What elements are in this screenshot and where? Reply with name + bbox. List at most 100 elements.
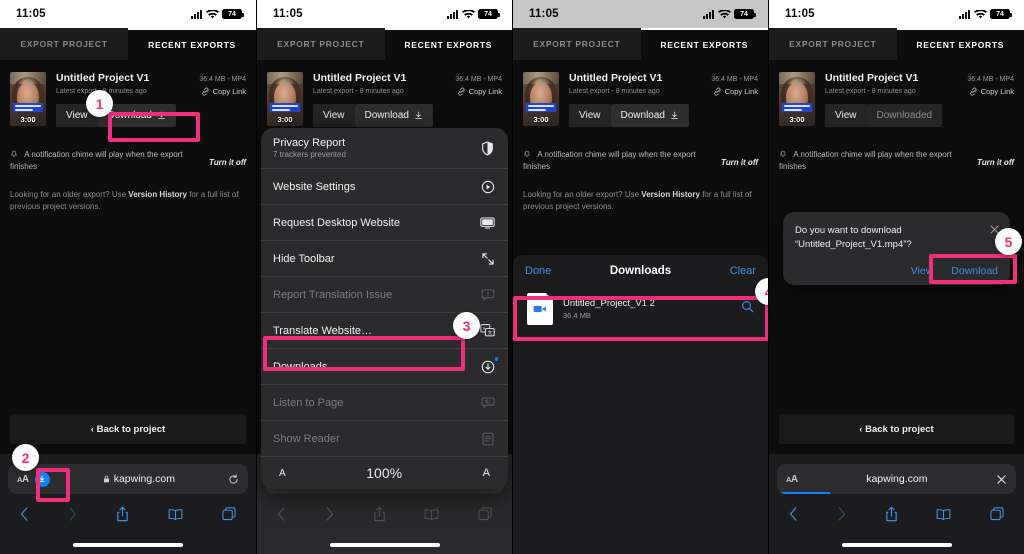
download-button-label: Download [620, 110, 665, 121]
menu-item-show-reader[interactable]: Show Reader [261, 421, 508, 457]
url-bar[interactable]: AA kapwing.com [777, 464, 1016, 494]
downloaded-button: Downloaded [866, 104, 943, 127]
thumbnail-caption [526, 103, 556, 112]
forward-chevron-icon[interactable] [837, 507, 846, 521]
menu-item-label: Translate Website… [273, 324, 373, 337]
download-list-item[interactable]: Untitled_Project_V1 2 36.4 MB [513, 285, 768, 333]
export-card: 3:00 Untitled Project V1 36.4 MB - MP4 L… [513, 60, 768, 127]
zoom-decrease-button[interactable]: A [279, 468, 286, 479]
view-button[interactable]: View [825, 104, 867, 127]
book-icon[interactable] [936, 508, 951, 521]
back-chevron-icon[interactable] [277, 507, 286, 521]
download-button[interactable]: Download [354, 104, 433, 127]
share-icon[interactable] [885, 506, 898, 522]
copy-link-button[interactable]: Copy Link [713, 87, 758, 96]
bell-icon [10, 150, 20, 159]
menu-item-request-desktop-website[interactable]: Request Desktop Website [261, 205, 508, 241]
zoom-value: 100% [366, 465, 403, 481]
confirm-download-button[interactable]: Download [951, 265, 998, 277]
project-title: Untitled Project V1 [825, 72, 919, 84]
notice-text: A notification chime will play when the … [523, 149, 713, 173]
wifi-icon [974, 9, 987, 19]
text-size-button[interactable]: AA [786, 474, 798, 485]
confirm-view-button[interactable]: View [911, 265, 934, 277]
back-to-project-button[interactable]: ‹ Back to project [779, 414, 1014, 444]
project-meta: 36.4 MB - MP4 [199, 76, 246, 83]
project-meta: 36.4 MB - MP4 [967, 76, 1014, 83]
project-thumbnail: 3:00 [10, 72, 46, 126]
card-actions: View Download [56, 104, 246, 127]
share-icon[interactable] [116, 506, 129, 522]
view-button[interactable]: View [313, 104, 355, 127]
wifi-icon [206, 9, 219, 19]
copy-link-button[interactable]: Copy Link [457, 87, 502, 96]
project-subtitle: Latest export - 8 minutes ago [313, 88, 404, 95]
tab-export-project[interactable]: EXPORT PROJECT [513, 28, 641, 60]
book-icon[interactable] [168, 508, 183, 521]
download-button-label: Download [364, 110, 409, 121]
tab-recent-exports[interactable]: RECENT EXPORTS [384, 28, 512, 60]
home-indicator [841, 543, 952, 547]
copy-link-label: Copy Link [980, 87, 1014, 96]
download-file-size: 36.4 MB [563, 311, 591, 320]
battery-level: 74 [228, 10, 236, 18]
zoom-increase-button[interactable]: A [483, 467, 490, 479]
magnifier-icon[interactable] [741, 300, 754, 318]
project-thumbnail: 3:00 [523, 72, 559, 126]
menu-item-hide-toolbar[interactable]: Hide Toolbar [261, 241, 508, 277]
download-icon [415, 111, 422, 119]
menu-item-website-settings[interactable]: Website Settings [261, 169, 508, 205]
expand-arrows-icon [479, 250, 496, 267]
export-card: 3:00 Untitled Project V1 36.4 MB - MP4 L… [257, 60, 512, 127]
downloads-clear-button[interactable]: Clear [730, 265, 756, 277]
tab-recent-exports[interactable]: RECENT EXPORTS [128, 28, 256, 60]
link-icon [714, 87, 721, 96]
turn-it-off-link[interactable]: Turn it off [977, 149, 1014, 167]
tab-export-project[interactable]: EXPORT PROJECT [0, 28, 128, 60]
download-button[interactable]: Download [610, 104, 689, 127]
tabs-icon[interactable] [990, 507, 1004, 521]
home-indicator [329, 543, 440, 547]
tab-recent-exports[interactable]: RECENT EXPORTS [896, 28, 1024, 60]
copy-link-button[interactable]: Copy Link [201, 87, 246, 96]
tab-bar: EXPORT PROJECT RECENT EXPORTS [769, 28, 1024, 60]
tabs-icon[interactable] [222, 507, 236, 521]
link-icon [202, 87, 209, 96]
share-icon[interactable] [373, 506, 386, 522]
back-chevron-icon[interactable] [789, 507, 798, 521]
forward-chevron-icon[interactable] [325, 507, 334, 521]
reader-icon [479, 430, 496, 447]
back-chevron-icon[interactable] [20, 507, 29, 521]
svg-text:文: 文 [488, 329, 493, 336]
tabs-icon[interactable] [478, 507, 492, 521]
menu-item-listen-to-page[interactable]: Listen to Page [261, 385, 508, 421]
turn-it-off-link[interactable]: Turn it off [209, 149, 246, 167]
book-icon[interactable] [424, 508, 439, 521]
battery-level: 74 [740, 10, 748, 18]
forward-chevron-icon[interactable] [68, 507, 77, 521]
menu-item-privacy-report[interactable]: Privacy Report 7 trackers prevented [261, 128, 508, 169]
turn-it-off-link[interactable]: Turn it off [721, 149, 758, 167]
back-to-project-button[interactable]: ‹ Back to project [10, 414, 246, 444]
older-prefix: Looking for an older export? Use [10, 190, 129, 199]
view-button[interactable]: View [569, 104, 611, 127]
text-size-button[interactable]: AA [17, 474, 29, 485]
url-bar[interactable]: AA kapwing.com [8, 464, 248, 494]
tab-recent-exports[interactable]: RECENT EXPORTS [640, 28, 768, 60]
menu-item-downloads[interactable]: Downloads [261, 349, 508, 385]
close-icon[interactable] [996, 474, 1007, 485]
download-circle-icon[interactable] [34, 471, 50, 487]
downloads-done-button[interactable]: Done [525, 265, 551, 277]
version-history-link[interactable]: Version History [641, 190, 700, 199]
tab-export-project[interactable]: EXPORT PROJECT [769, 28, 897, 60]
downloads-badge-dot [494, 357, 498, 361]
menu-item-report-translation-issue[interactable]: Report Translation Issue [261, 277, 508, 313]
tab-export-project[interactable]: EXPORT PROJECT [257, 28, 385, 60]
safari-chrome: AA kapwing.com [769, 454, 1024, 554]
reload-icon[interactable] [228, 473, 239, 485]
copy-link-button[interactable]: Copy Link [969, 87, 1014, 96]
version-history-link[interactable]: Version History [128, 190, 187, 199]
notice-message: A notification chime will play when the … [523, 150, 696, 171]
project-thumbnail: 3:00 [267, 72, 303, 126]
browser-toolbar [257, 494, 512, 522]
